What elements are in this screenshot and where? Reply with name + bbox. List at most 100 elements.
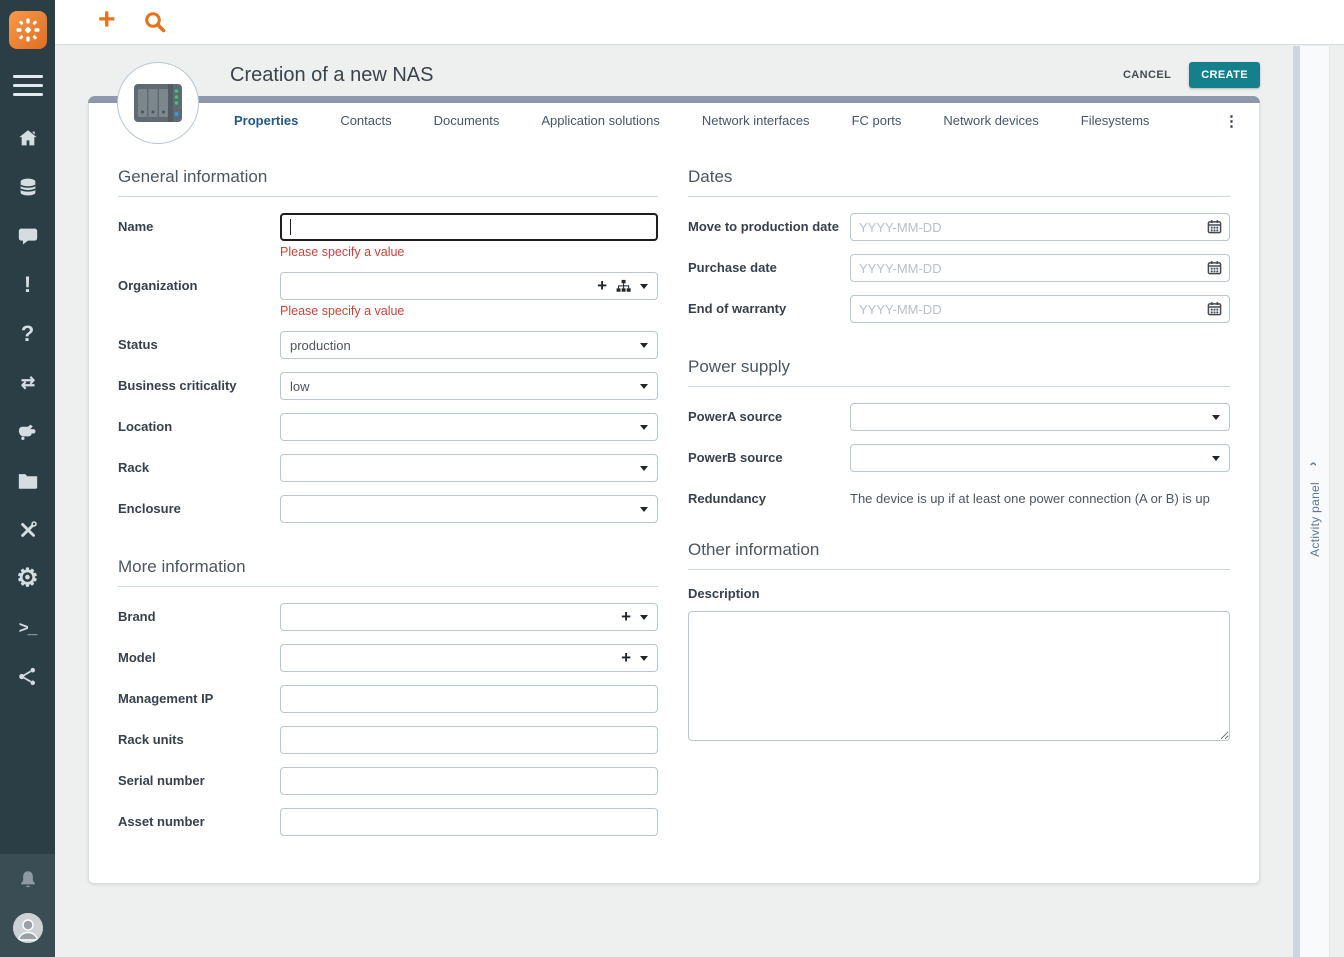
field-row-end-of-warranty: End of warranty [688, 295, 1230, 323]
field-row-management-ip: Management IP [118, 685, 658, 713]
organization-select[interactable]: + [280, 272, 658, 300]
status-label: Status [118, 337, 158, 352]
status-select[interactable]: production [280, 331, 658, 359]
chevron-left-icon[interactable]: ‹ [1306, 462, 1322, 467]
business-criticality-select[interactable]: low [280, 372, 658, 400]
name-input[interactable] [280, 213, 658, 241]
brand-select[interactable]: + [280, 603, 658, 631]
rack-units-input[interactable] [280, 726, 658, 754]
rack-label: Rack [118, 460, 150, 475]
logo-snowflake-icon [16, 18, 39, 42]
purchase-date-label: Purchase date [688, 260, 777, 275]
tab-network-interfaces[interactable]: Network interfaces [681, 103, 831, 139]
page-head: Creation of a new NAS CANCEL CREATE [88, 55, 1260, 95]
field-row-rack-units: Rack units [118, 726, 658, 754]
field-row-model: Model + [118, 644, 658, 672]
field-row-brand: Brand + [118, 603, 658, 631]
add-model-icon[interactable]: + [621, 649, 631, 666]
share-icon[interactable] [16, 665, 40, 688]
move-to-production-label: Move to production date [688, 219, 839, 234]
folder-icon[interactable] [16, 469, 40, 492]
handshake-icon[interactable] [16, 420, 40, 443]
field-row-name: Name Please specify a value [118, 213, 658, 259]
chevron-down-icon [640, 506, 648, 512]
itop-logo[interactable] [8, 11, 47, 49]
description-textarea[interactable] [688, 611, 1230, 741]
activity-panel-toggle[interactable]: ‹ Activity panel [1300, 46, 1330, 957]
end-of-warranty-date-input[interactable] [850, 295, 1230, 323]
asset-number-input[interactable] [280, 808, 658, 836]
field-row-business-criticality: Business criticality low [118, 372, 658, 400]
transfer-arrows-icon[interactable]: ⇄ [16, 371, 40, 394]
chevron-down-icon [640, 424, 648, 430]
description-label: Description [688, 586, 760, 601]
tab-fc-ports[interactable]: FC ports [831, 103, 923, 139]
add-brand-icon[interactable]: + [621, 608, 631, 625]
power-a-label: PowerA source [688, 409, 783, 424]
field-row-serial-number: Serial number [118, 767, 658, 795]
top-toolbar: + [55, 0, 1344, 45]
management-ip-input[interactable] [280, 685, 658, 713]
tab-application-solutions[interactable]: Application solutions [520, 103, 681, 139]
field-row-power-a: PowerA source [688, 403, 1230, 431]
chevron-down-icon[interactable] [640, 614, 648, 620]
calendar-icon[interactable] [1207, 301, 1222, 321]
calendar-icon[interactable] [1207, 260, 1222, 280]
menu-icon[interactable] [12, 75, 43, 96]
tab-filesystems[interactable]: Filesystems [1060, 103, 1171, 139]
serial-number-input[interactable] [280, 767, 658, 795]
card-top-bar [88, 96, 1260, 103]
creation-form-card: Properties Contacts Documents Applicatio… [88, 96, 1260, 884]
cancel-button[interactable]: CANCEL [1119, 63, 1175, 87]
end-of-warranty-label: End of warranty [688, 301, 787, 316]
organization-error: Please specify a value [280, 304, 405, 318]
user-avatar[interactable] [12, 913, 43, 943]
new-object-button[interactable]: + [98, 5, 116, 35]
terminal-icon[interactable]: >_ [16, 616, 40, 639]
business-criticality-label: Business criticality [118, 378, 237, 393]
chevron-down-icon [1212, 455, 1220, 461]
field-row-location: Location [118, 413, 658, 441]
field-row-asset-number: Asset number [118, 808, 658, 836]
tab-properties[interactable]: Properties [213, 103, 319, 139]
create-button[interactable]: CREATE [1189, 62, 1260, 88]
chevron-down-icon [1212, 414, 1220, 420]
chevron-down-icon[interactable] [640, 283, 648, 289]
database-icon[interactable] [16, 175, 40, 198]
tab-network-devices[interactable]: Network devices [922, 103, 1059, 139]
field-row-purchase-date: Purchase date [688, 254, 1230, 282]
serial-number-label: Serial number [118, 773, 205, 788]
exclamation-icon[interactable]: ! [16, 273, 40, 296]
comment-icon[interactable] [16, 224, 40, 247]
move-to-production-date-input[interactable] [850, 213, 1230, 241]
tools-icon[interactable] [16, 518, 40, 541]
sidebar: ! ? ⇄ ⚙ >_ [0, 0, 55, 957]
tab-documents[interactable]: Documents [413, 103, 521, 139]
tab-bar: Properties Contacts Documents Applicatio… [89, 103, 1259, 139]
hierarchy-icon[interactable] [616, 279, 631, 293]
add-organization-icon[interactable]: + [597, 277, 607, 294]
tab-contacts[interactable]: Contacts [319, 103, 412, 139]
enclosure-select[interactable] [280, 495, 658, 523]
chevron-down-icon [640, 465, 648, 471]
home-icon[interactable] [16, 126, 40, 149]
power-a-select[interactable] [850, 403, 1230, 431]
rack-select[interactable] [280, 454, 658, 482]
bell-icon[interactable] [17, 868, 39, 897]
rack-units-label: Rack units [118, 732, 184, 747]
brand-label: Brand [118, 609, 156, 624]
activity-panel-strip: ‹ Activity panel [1293, 46, 1344, 957]
question-icon[interactable]: ? [16, 322, 40, 345]
calendar-icon[interactable] [1207, 219, 1222, 239]
chevron-down-icon[interactable] [640, 655, 648, 661]
nas-device-icon [134, 84, 182, 122]
search-icon[interactable] [143, 10, 167, 34]
purchase-date-input[interactable] [850, 254, 1230, 282]
more-tabs-kebab-icon[interactable]: ⋮ [1216, 112, 1247, 130]
panel-divider[interactable] [1293, 46, 1300, 957]
section-dates: Dates [688, 167, 1230, 197]
model-select[interactable]: + [280, 644, 658, 672]
location-select[interactable] [280, 413, 658, 441]
gear-icon[interactable]: ⚙ [16, 566, 40, 591]
power-b-select[interactable] [850, 444, 1230, 472]
